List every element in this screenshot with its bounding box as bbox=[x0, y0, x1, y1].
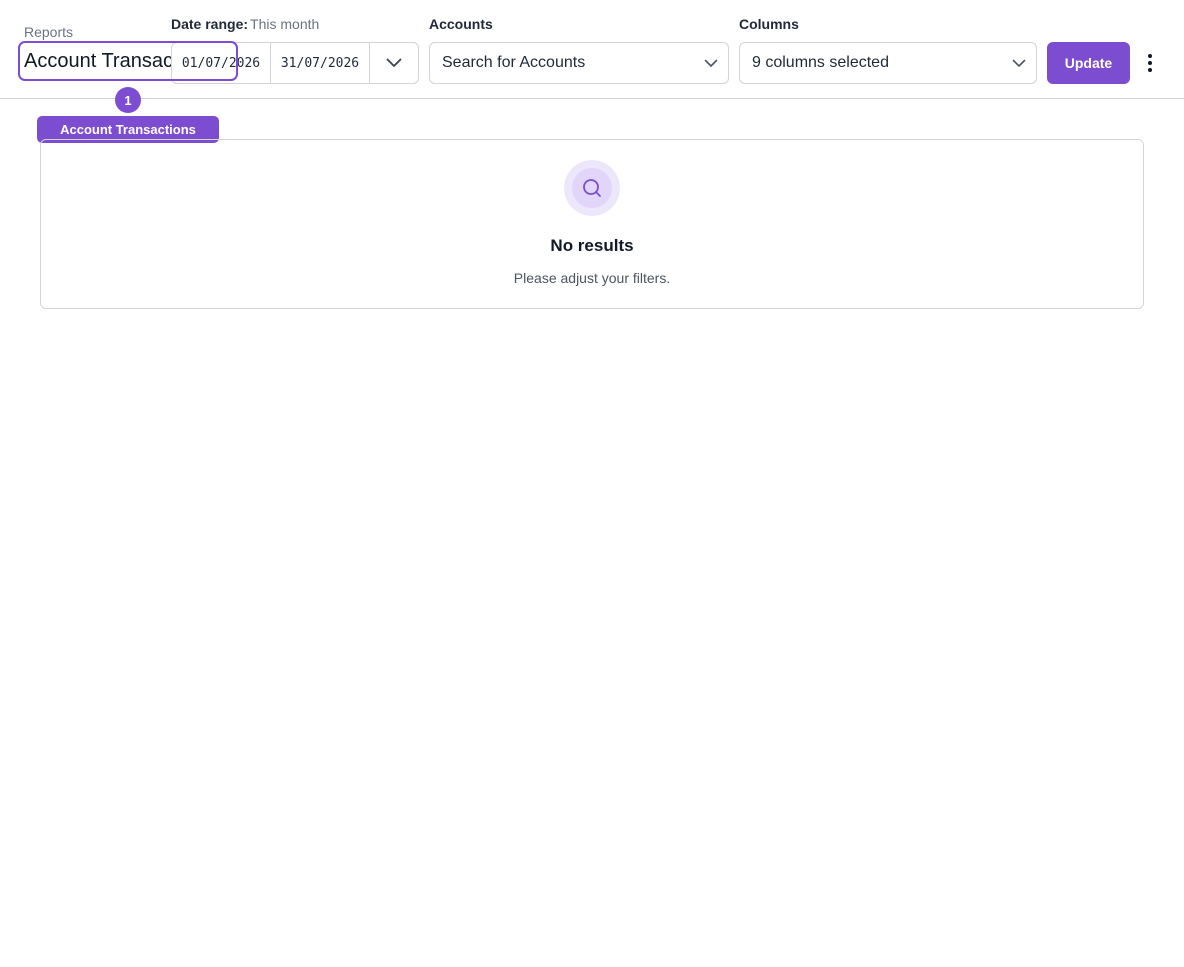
chevron-down-icon bbox=[386, 58, 402, 67]
empty-state-icon bbox=[564, 160, 620, 216]
date-range-dropdown-button[interactable] bbox=[370, 43, 418, 83]
date-range-preset: This month bbox=[250, 16, 320, 32]
update-button[interactable]: Update bbox=[1047, 42, 1130, 84]
chevron-down-icon bbox=[1012, 59, 1026, 67]
annotation-highlight-box bbox=[18, 41, 238, 81]
accounts-select[interactable]: Search for Accounts bbox=[429, 42, 729, 84]
annotation-marker: 1 bbox=[115, 87, 141, 113]
accounts-placeholder: Search for Accounts bbox=[442, 54, 586, 71]
end-date-input[interactable]: 31/07/2026 bbox=[271, 43, 370, 83]
columns-select[interactable]: 9 columns selected bbox=[739, 42, 1037, 84]
dot bbox=[1148, 61, 1152, 65]
empty-state-title: No results bbox=[550, 236, 634, 255]
dot bbox=[1148, 68, 1152, 72]
search-icon-glyph bbox=[583, 179, 601, 197]
columns-label: Columns bbox=[739, 16, 799, 32]
chevron-down-icon bbox=[704, 59, 718, 67]
search-icon bbox=[572, 168, 612, 208]
breadcrumb[interactable]: Reports bbox=[24, 24, 73, 40]
vertical-ellipsis-icon[interactable] bbox=[1140, 50, 1160, 76]
dot bbox=[1148, 54, 1152, 58]
accounts-label: Accounts bbox=[429, 16, 493, 32]
columns-value: 9 columns selected bbox=[752, 54, 889, 71]
empty-state-subtitle: Please adjust your filters. bbox=[513, 270, 671, 286]
date-range-label: Date range: This month bbox=[171, 16, 319, 32]
results-panel: No results Please adjust your filters. bbox=[40, 139, 1144, 309]
date-range-label-text: Date range: bbox=[171, 16, 249, 32]
